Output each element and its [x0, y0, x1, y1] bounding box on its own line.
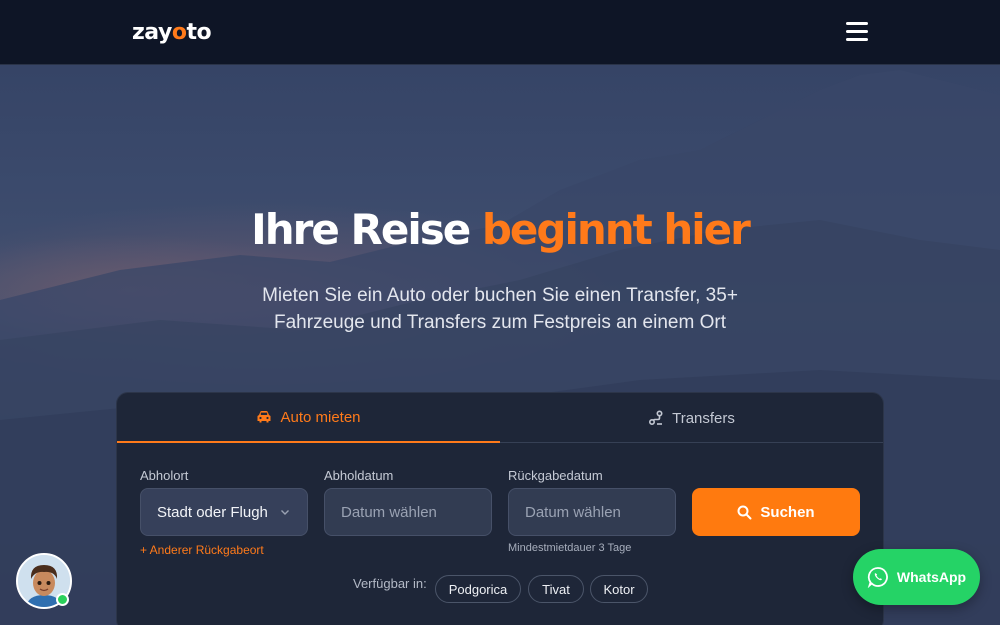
other-return-location-link[interactable]: + Anderer Rückgabeort — [140, 543, 264, 557]
pickup-date-label: Abholdatum — [324, 468, 394, 483]
online-status-dot — [56, 593, 69, 606]
whatsapp-icon — [867, 567, 888, 588]
city-chip-tivat[interactable]: Tivat — [528, 575, 584, 603]
pickup-location-select[interactable]: Stadt oder Flugh — [140, 488, 308, 536]
chevron-down-icon — [281, 510, 289, 515]
pickup-location-label: Abholort — [140, 468, 189, 483]
available-in-label: Verfügbar in: — [353, 576, 427, 591]
hero-title-accent: beginnt hier — [481, 205, 751, 254]
logo-accent-dot: o — [171, 20, 187, 45]
min-rental-hint: Mindestmietdauer 3 Tage — [508, 542, 632, 554]
search-icon — [737, 505, 752, 519]
pickup-date-input[interactable]: Datum wählen — [324, 488, 492, 536]
whatsapp-button[interactable]: WhatsApp — [853, 549, 980, 605]
city-chip-podgorica[interactable]: Podgorica — [435, 575, 521, 603]
brand-logo[interactable]: zayoto — [132, 20, 212, 45]
booking-card: Auto mieten Transfers Abholort Stadt ode… — [116, 392, 884, 625]
booking-tabs: Auto mieten Transfers — [117, 393, 883, 443]
return-date-input[interactable]: Datum wählen — [508, 488, 676, 536]
pickup-location-value: Stadt oder Flugh — [157, 503, 268, 521]
hamburger-menu-icon[interactable] — [846, 22, 868, 42]
pickup-date-placeholder: Datum wählen — [341, 503, 437, 521]
search-button[interactable]: Suchen — [692, 488, 860, 536]
return-date-label: Rückgabedatum — [508, 468, 603, 483]
top-navbar: zayoto — [0, 0, 1000, 65]
tab-car-rental[interactable]: Auto mieten — [117, 393, 500, 443]
hero-title: Ihre Reise beginnt hier — [251, 205, 751, 254]
return-date-placeholder: Datum wählen — [525, 503, 621, 521]
car-icon — [257, 411, 271, 423]
route-icon — [649, 410, 663, 426]
city-chip-kotor[interactable]: Kotor — [590, 575, 648, 603]
tab-transfers[interactable]: Transfers — [500, 393, 883, 443]
hero-subtitle: Mieten Sie ein Auto oder buchen Sie eine… — [262, 285, 738, 333]
